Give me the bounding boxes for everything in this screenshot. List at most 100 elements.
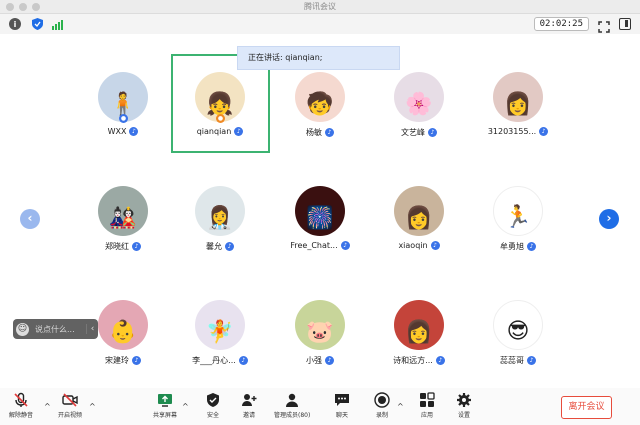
audio-status-icon: ♪: [132, 356, 141, 365]
chat-input[interactable]: 说点什么...: [35, 324, 86, 335]
invite-button[interactable]: 邀请: [241, 392, 257, 419]
participant-tile[interactable]: 🧚 李___丹心... ♪: [170, 300, 270, 366]
add-person-icon: [241, 392, 257, 408]
participant-tile[interactable]: 👩 xiaoqin ♪: [369, 186, 469, 250]
audio-status-icon: ♪: [225, 242, 234, 251]
host-badge-icon: ●: [216, 114, 225, 123]
participant-name-row: 31203155... ♪: [468, 127, 568, 136]
share-options-chevron-icon[interactable]: ^: [182, 402, 189, 411]
fullscreen-icon[interactable]: [598, 18, 610, 33]
avatar-image-icon: 🐷: [306, 320, 334, 345]
security-button[interactable]: 安全: [205, 392, 221, 419]
shield-icon[interactable]: [31, 18, 43, 30]
participant-name-row: 牟勇旭 ♪: [468, 241, 568, 252]
participant-tile[interactable]: 🧍 ● WXX ♪: [73, 72, 173, 136]
share-screen-button[interactable]: 共享屏幕: [153, 392, 177, 419]
camera-off-icon: [62, 392, 78, 408]
chat-button[interactable]: 聊天: [334, 392, 350, 419]
layout-toggle-icon[interactable]: [619, 18, 631, 30]
participant-name: 31203155...: [487, 127, 537, 136]
avatar-image-icon: 🎎: [109, 206, 137, 231]
participant-avatar: 👩‍⚕️: [195, 186, 245, 236]
record-button[interactable]: 录制: [374, 392, 390, 419]
meeting-timer: 02:02:25: [533, 17, 589, 31]
participant-tile[interactable]: 🐷 小强 ♪: [270, 300, 370, 366]
unmute-button[interactable]: 解除静音: [9, 392, 33, 419]
participant-tile[interactable]: 👩 31203155... ♪: [468, 72, 568, 136]
participant-name-row: 宋建玲 ♪: [73, 355, 173, 366]
participant-avatar: 🐷: [295, 300, 345, 350]
participant-name: 文艺峰: [401, 128, 425, 137]
host-badge-icon: ●: [119, 114, 128, 123]
manage-members-button[interactable]: 管理成员(80): [274, 392, 310, 419]
participant-tile[interactable]: 👩 诗和远方... ♪: [369, 300, 469, 366]
participant-name: WXX: [107, 127, 127, 136]
participant-name: 李___丹心...: [192, 356, 236, 365]
previous-page-button[interactable]: ‹: [20, 209, 40, 229]
participant-tile[interactable]: 🧒 杨敏 ♪: [270, 72, 370, 138]
avatar-image-icon: 👩: [405, 206, 433, 231]
avatar-image-icon: 🧒: [306, 92, 334, 117]
audio-status-icon: ♪: [539, 127, 549, 136]
avatar-image-icon: 👧: [206, 92, 234, 117]
avatar-image-icon: 😎: [506, 319, 530, 344]
next-page-button[interactable]: ›: [599, 209, 619, 229]
bottom-toolbar: 解除静音 ^ 开启视频 ^ 共享屏幕 ^ 安全 邀请 管理成员(80) 聊天 录…: [0, 388, 640, 425]
audio-status-icon: ♪: [129, 127, 139, 136]
apps-grid-icon: [419, 392, 435, 408]
participant-name-row: qianqian ♪: [170, 127, 270, 136]
participant-tile[interactable]: 👧 ● qianqian ♪: [170, 72, 270, 136]
window-titlebar: 腾讯会议: [0, 0, 640, 14]
settings-button[interactable]: 设置: [456, 392, 472, 419]
participant-name-row: 馨允 ♪: [170, 241, 270, 252]
participant-name-row: xiaoqin ♪: [369, 241, 469, 250]
apps-label: 应用: [420, 412, 433, 419]
participant-avatar: 👶: [98, 300, 148, 350]
participant-name-row: Free_Chat... ♪: [270, 241, 370, 250]
participant-name: 蕊蕊哥: [500, 356, 524, 365]
participant-tile[interactable]: 🎎 郑晓红 ♪: [73, 186, 173, 252]
chat-label: 聊天: [335, 412, 348, 419]
audio-status-icon: ♪: [325, 356, 334, 365]
participant-tile[interactable]: 👩‍⚕️ 馨允 ♪: [170, 186, 270, 252]
participant-avatar: 👩: [394, 300, 444, 350]
emoji-icon[interactable]: ☺: [16, 322, 29, 336]
mic-muted-icon: [13, 392, 29, 408]
start-video-button[interactable]: 开启视频: [58, 392, 82, 419]
participant-tile[interactable]: 🏃 牟勇旭 ♪: [468, 186, 568, 252]
video-options-chevron-icon[interactable]: ^: [89, 402, 96, 411]
participant-avatar: 👩: [394, 186, 444, 236]
avatar-image-icon: 🏃: [504, 205, 532, 230]
network-signal-icon[interactable]: [51, 18, 63, 30]
participant-avatar: 🧒: [295, 72, 345, 122]
participant-avatar: 😎: [493, 300, 543, 350]
participant-avatar: 🌸: [394, 72, 444, 122]
window-title: 腾讯会议: [304, 2, 336, 11]
share-screen-icon: [157, 392, 173, 408]
participant-tile[interactable]: 🌸 文艺峰 ♪: [369, 72, 469, 138]
participant-avatar: 🧚: [195, 300, 245, 350]
participant-name: 诗和远方...: [393, 356, 433, 365]
participant-name: xiaoqin: [398, 241, 428, 250]
participant-tile[interactable]: 🎆 Free_Chat... ♪: [270, 186, 370, 250]
audio-status-icon: ♪: [435, 356, 445, 365]
audio-status-icon: ♪: [527, 356, 536, 365]
participant-name: 宋建玲: [105, 356, 129, 365]
audio-options-chevron-icon[interactable]: ^: [44, 402, 51, 411]
chevron-left-icon[interactable]: ‹: [86, 324, 98, 334]
participant-avatar: 🏃: [493, 186, 543, 236]
avatar-image-icon: 👩: [504, 92, 532, 117]
shield-icon: [205, 392, 221, 408]
apps-button[interactable]: 应用: [419, 392, 435, 419]
audio-status-icon: ♪: [340, 241, 350, 250]
record-options-chevron-icon[interactable]: ^: [397, 402, 404, 411]
quick-chat-bar[interactable]: ☺ 说点什么... ‹: [13, 319, 98, 339]
participant-tile[interactable]: 😎 蕊蕊哥 ♪: [468, 300, 568, 366]
record-icon: [374, 392, 390, 408]
participant-avatar: 🎆: [295, 186, 345, 236]
leave-meeting-button[interactable]: 离开会议: [561, 396, 612, 419]
security-label: 安全: [206, 412, 219, 419]
share-screen-label: 共享屏幕: [153, 412, 178, 419]
participant-name: 杨敏: [306, 128, 322, 137]
info-icon[interactable]: i: [9, 18, 21, 30]
